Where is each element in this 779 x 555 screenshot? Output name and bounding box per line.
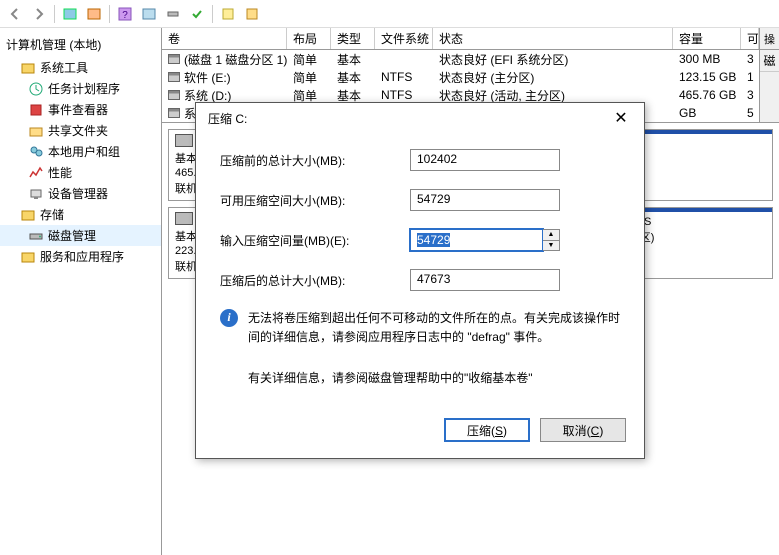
tb-btn-3[interactable] — [138, 3, 160, 25]
volume-icon — [168, 108, 180, 118]
tree-local-users[interactable]: 本地用户和组 — [0, 141, 161, 162]
dialog-titlebar: 压缩 C: ✕ — [196, 103, 644, 133]
tb-btn-6[interactable] — [217, 3, 239, 25]
tb-btn-5[interactable] — [186, 3, 208, 25]
vol-fs: NTFS — [375, 88, 433, 102]
tb-back[interactable] — [4, 3, 26, 25]
info-text: 无法将卷压缩到超出任何不可移动的文件所在的点。有关完成该操作时间的详细信息，请参… — [248, 309, 620, 347]
label: 任务计划程序 — [48, 80, 120, 97]
volume-icon — [168, 54, 180, 64]
vol-cap: 465.76 GB — [673, 88, 741, 102]
tree-event-viewer[interactable]: 事件查看器 — [0, 99, 161, 120]
tree-performance[interactable]: 性能 — [0, 162, 161, 183]
vol-status: 状态良好 (主分区) — [433, 69, 673, 86]
vol-type: 基本 — [331, 51, 375, 68]
vol-layout: 简单 — [287, 87, 331, 104]
tb-btn-4[interactable] — [162, 3, 184, 25]
label: 共享文件夹 — [48, 122, 108, 139]
spin-up[interactable]: ▲ — [543, 230, 559, 241]
vol-free: 3 — [741, 52, 759, 66]
label: 服务和应用程序 — [40, 248, 124, 265]
vol-name: 软件 (E:) — [184, 69, 231, 86]
shrink-button[interactable]: 压缩(S) — [444, 418, 530, 442]
tree-shared-folders[interactable]: 共享文件夹 — [0, 120, 161, 141]
col-status[interactable]: 状态 — [433, 28, 673, 49]
tree-storage[interactable]: 存储 — [0, 204, 161, 225]
tb-btn-7[interactable] — [241, 3, 263, 25]
vol-free: 3 — [741, 88, 759, 102]
label: 本地用户和组 — [48, 143, 120, 160]
label: 事件查看器 — [48, 101, 108, 118]
col-type[interactable]: 类型 — [331, 28, 375, 49]
vol-type: 基本 — [331, 69, 375, 86]
label-after: 压缩后的总计大小(MB): — [220, 272, 410, 289]
col-layout[interactable]: 布局 — [287, 28, 331, 49]
tree-services[interactable]: 服务和应用程序 — [0, 246, 161, 267]
col-capacity[interactable]: 容量 — [673, 28, 741, 49]
vol-status: 状态良好 (活动, 主分区) — [433, 87, 673, 104]
nav-tree: 计算机管理 (本地) 系统工具 任务计划程序 事件查看器 共享文件夹 本地用户和… — [0, 28, 162, 555]
label: 磁盘管理 — [48, 227, 96, 244]
vol-name: 系统 (D:) — [184, 87, 231, 104]
vol-free: 1 — [741, 70, 759, 84]
col-free[interactable]: 可 — [741, 28, 759, 49]
actions-item[interactable]: 磁 — [760, 50, 779, 72]
volume-row[interactable]: (磁盘 1 磁盘分区 1)简单基本 状态良好 (EFI 系统分区)300 MB3 — [162, 50, 759, 68]
vol-cap: 123.15 GB — [673, 70, 741, 84]
volume-list-header: 卷 布局 类型 文件系统 状态 容量 可 — [162, 28, 759, 50]
vol-fs: NTFS — [375, 70, 433, 84]
label: 系统工具 — [40, 59, 88, 76]
tb-btn-1[interactable] — [59, 3, 81, 25]
volume-icon — [168, 90, 180, 100]
vol-layout: 简单 — [287, 69, 331, 86]
actions-pane: 操 磁 — [759, 28, 779, 122]
tree-system-tools[interactable]: 系统工具 — [0, 57, 161, 78]
vol-name: (磁盘 1 磁盘分区 1) — [184, 51, 287, 68]
info-icon: i — [220, 309, 238, 327]
value-after: 47673 — [410, 269, 560, 291]
label-available: 可用压缩空间大小(MB): — [220, 192, 410, 209]
tree-device-mgr[interactable]: 设备管理器 — [0, 183, 161, 204]
label: 性能 — [48, 164, 72, 181]
tb-btn-2[interactable] — [83, 3, 105, 25]
label: 存储 — [40, 206, 64, 223]
label-before: 压缩前的总计大小(MB): — [220, 152, 410, 169]
dialog-title: 压缩 C: — [208, 110, 247, 127]
svg-text:?: ? — [122, 10, 128, 21]
vol-cap: GB — [673, 106, 741, 120]
tb-help[interactable]: ? — [114, 3, 136, 25]
help-link-text: 有关详细信息，请参阅磁盘管理帮助中的"收缩基本卷" — [220, 369, 620, 386]
actions-header: 操 — [760, 28, 779, 50]
label-enter: 输入压缩空间量(MB)(E): — [220, 232, 410, 249]
vol-type: 基本 — [331, 87, 375, 104]
value-available: 54729 — [410, 189, 560, 211]
volume-row[interactable]: 软件 (E:) 简单基本NTFS状态良好 (主分区)123.15 GB1 — [162, 68, 759, 86]
col-volume[interactable]: 卷 — [162, 28, 287, 49]
vol-status: 状态良好 (EFI 系统分区) — [433, 51, 673, 68]
tree-disk-mgmt[interactable]: 磁盘管理 — [0, 225, 161, 246]
spin-down[interactable]: ▼ — [543, 241, 559, 251]
cancel-button[interactable]: 取消(C) — [540, 418, 626, 442]
vol-layout: 简单 — [287, 51, 331, 68]
tb-fwd[interactable] — [28, 3, 50, 25]
shrink-dialog: 压缩 C: ✕ 压缩前的总计大小(MB): 102402 可用压缩空间大小(MB… — [195, 102, 645, 459]
volume-icon — [168, 72, 180, 82]
toolbar: ? — [0, 0, 779, 28]
close-button[interactable]: ✕ — [606, 106, 636, 130]
col-filesystem[interactable]: 文件系统 — [375, 28, 433, 49]
value-before: 102402 — [410, 149, 560, 171]
tree-task-scheduler[interactable]: 任务计划程序 — [0, 78, 161, 99]
label: 设备管理器 — [48, 185, 108, 202]
vol-free: 5 — [741, 106, 759, 120]
vol-cap: 300 MB — [673, 52, 741, 66]
shrink-amount-input[interactable] — [410, 229, 543, 251]
tree-root[interactable]: 计算机管理 (本地) — [0, 32, 161, 57]
